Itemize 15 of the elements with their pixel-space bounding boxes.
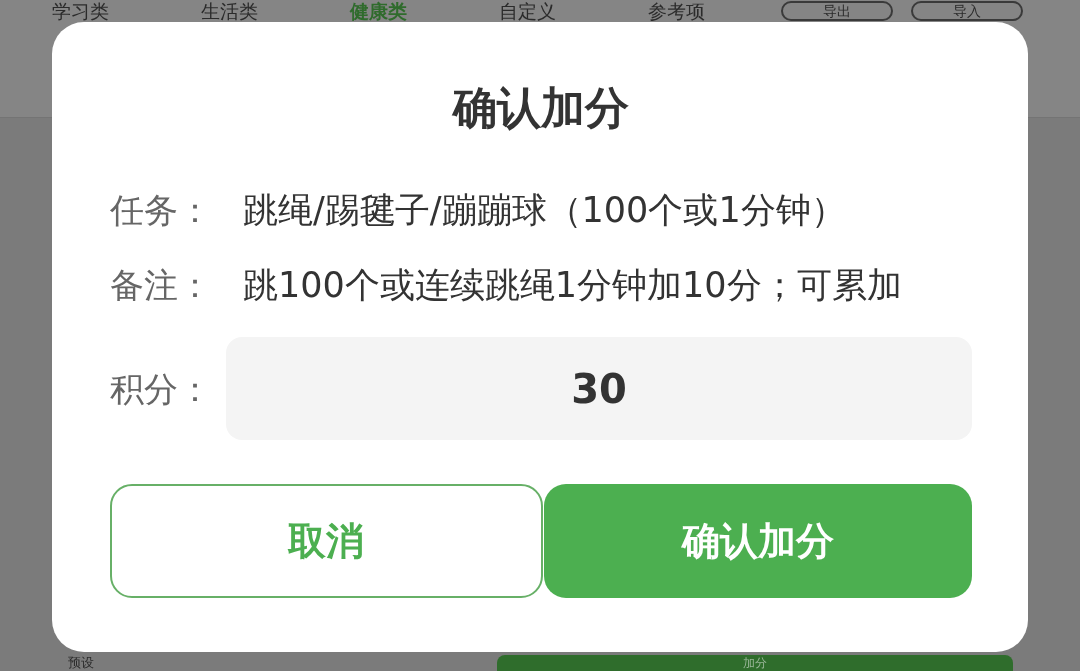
cancel-button[interactable]: 取消 bbox=[110, 484, 543, 598]
dialog-title: 确认加分 bbox=[451, 81, 630, 135]
field-value: 跳绳/踢毽子/蹦蹦球（100个或1分钟） bbox=[243, 189, 847, 232]
field-label: 积分： bbox=[110, 367, 213, 411]
category-tab[interactable]: 学习类 bbox=[52, 0, 109, 22]
field-value: 跳100个或连续跳绳1分钟加10分；可累加 bbox=[243, 264, 903, 307]
field-label: 任务： bbox=[110, 189, 213, 232]
field-label: 备注： bbox=[110, 264, 213, 307]
category-tab[interactable]: 自定义 bbox=[499, 0, 556, 22]
confirm-button[interactable]: 确认加分 bbox=[543, 484, 972, 598]
score-field[interactable]: 30 bbox=[226, 337, 972, 440]
category-tab[interactable]: 参考项 bbox=[648, 0, 705, 22]
add-points-button[interactable]: 加分 bbox=[497, 655, 1013, 671]
section-label: 预设 bbox=[68, 655, 94, 671]
category-tab[interactable]: 生活类 bbox=[201, 0, 258, 22]
